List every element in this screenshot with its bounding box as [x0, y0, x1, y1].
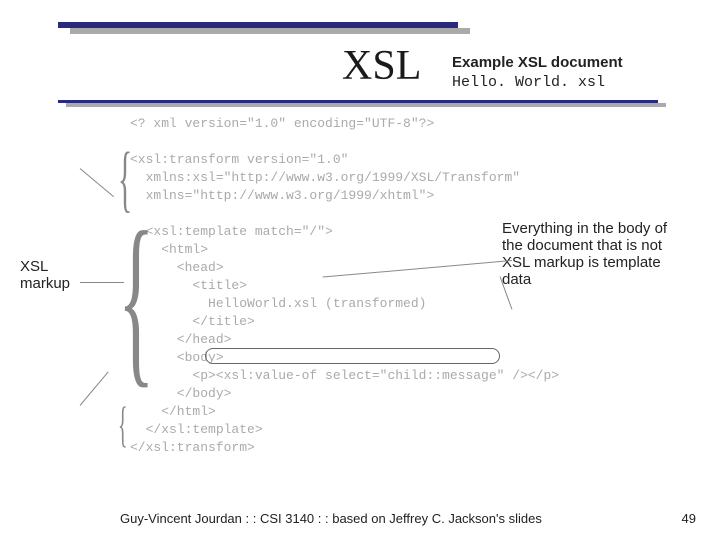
brace-icon: { — [118, 395, 128, 453]
footer-text: Guy-Vincent Jourdan : : CSI 3140 : : bas… — [120, 511, 542, 526]
callout-xsl-markup: XSL markup — [20, 258, 90, 292]
divider-shadow — [66, 103, 666, 107]
divider — [58, 100, 658, 103]
code-block: <? xml version="1.0" encoding="UTF-8"?> … — [130, 115, 559, 457]
callout-template-data: Everything in the body of the document t… — [502, 220, 692, 288]
slide-filename: Hello. World. xsl — [452, 74, 605, 91]
title-bar — [58, 22, 458, 28]
brace-icon: { — [118, 190, 154, 408]
highlight-oval — [205, 348, 500, 364]
connector-line — [80, 168, 114, 197]
connector-line — [80, 371, 109, 405]
title-bar-shadow — [70, 28, 470, 34]
page-number: 49 — [682, 511, 696, 526]
slide-title: XSL — [342, 42, 421, 90]
slide-subtitle: Example XSL document — [452, 54, 623, 71]
